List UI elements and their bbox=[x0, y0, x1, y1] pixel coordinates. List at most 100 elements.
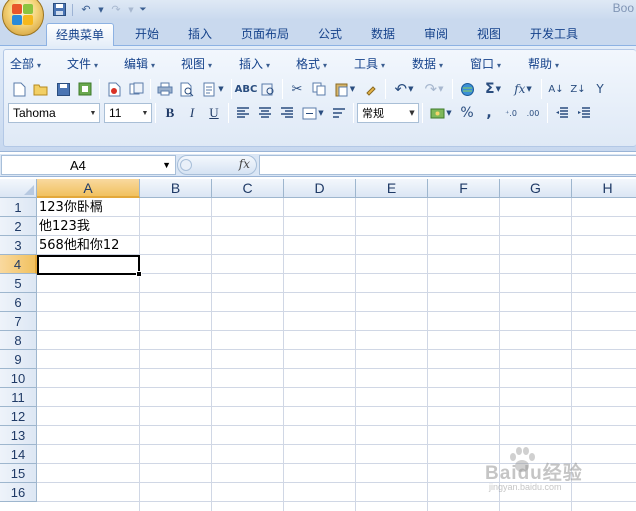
menu-file[interactable]: 文件 ▾ bbox=[67, 55, 124, 73]
active-cell-a4[interactable] bbox=[37, 255, 142, 277]
undo-icon[interactable]: ↶ bbox=[77, 2, 95, 18]
row-header-15[interactable]: 15 bbox=[0, 464, 37, 483]
menu-data[interactable]: 数据 ▾ bbox=[412, 55, 470, 73]
sort-ascending-icon[interactable]: A↓ bbox=[545, 78, 567, 100]
underline-button[interactable]: U bbox=[203, 102, 225, 124]
row-header-16[interactable]: 16 bbox=[0, 483, 37, 502]
tab-developer[interactable]: 开发工具 bbox=[521, 23, 587, 46]
increase-decimal-icon[interactable]: ⁺.0 bbox=[500, 102, 522, 124]
redo-icon[interactable]: ↷ bbox=[107, 2, 125, 18]
row-header-13[interactable]: 13 bbox=[0, 426, 37, 445]
percent-button[interactable]: % bbox=[456, 102, 478, 124]
select-all-button[interactable] bbox=[0, 179, 37, 198]
comma-button[interactable]: , bbox=[478, 102, 500, 124]
undo-icon[interactable]: ↶ ▼ bbox=[389, 78, 419, 100]
insert-function-icon[interactable]: fx ▼ bbox=[508, 78, 538, 100]
menu-edit[interactable]: 编辑 ▾ bbox=[124, 55, 181, 73]
tab-home[interactable]: 开始 bbox=[126, 23, 168, 46]
align-center-icon[interactable] bbox=[254, 102, 276, 124]
insert-function-button[interactable]: fx bbox=[239, 157, 250, 171]
column-header-f[interactable]: F bbox=[428, 179, 500, 198]
filter-icon[interactable]: Y bbox=[589, 78, 611, 100]
redo-icon[interactable]: ↷ ▼ bbox=[419, 78, 449, 100]
row-header-4[interactable]: 4 bbox=[0, 255, 37, 274]
font-name-combo[interactable]: Tahoma ▼ bbox=[8, 103, 100, 123]
tab-insert[interactable]: 插入 bbox=[179, 23, 221, 46]
menu-view[interactable]: 视图 ▾ bbox=[181, 55, 239, 73]
decrease-indent-icon[interactable] bbox=[551, 102, 573, 124]
increase-indent-icon[interactable] bbox=[573, 102, 595, 124]
autosum-icon[interactable]: Σ ▼ bbox=[478, 78, 508, 100]
currency-icon[interactable]: ▼ bbox=[426, 102, 456, 124]
row-header-12[interactable]: 12 bbox=[0, 407, 37, 426]
row-header-3[interactable]: 3 bbox=[0, 236, 37, 255]
menu-tools[interactable]: 工具 ▾ bbox=[354, 55, 412, 73]
italic-button[interactable]: I bbox=[181, 102, 203, 124]
decrease-decimal-icon[interactable]: .00 bbox=[522, 102, 544, 124]
row-header-1[interactable]: 1 bbox=[0, 198, 37, 217]
cell-a2[interactable]: 他123我 bbox=[37, 217, 90, 236]
row-header-2[interactable]: 2 bbox=[0, 217, 37, 236]
menu-help[interactable]: 帮助 ▾ bbox=[528, 55, 586, 73]
number-format-combo[interactable]: 常规 ▼ bbox=[357, 103, 419, 123]
row-header-8[interactable]: 8 bbox=[0, 331, 37, 350]
column-header-b[interactable]: B bbox=[140, 179, 212, 198]
tab-data[interactable]: 数据 bbox=[362, 23, 404, 46]
hyperlink-icon[interactable] bbox=[456, 78, 478, 100]
column-header-e[interactable]: E bbox=[356, 179, 428, 198]
save-icon[interactable] bbox=[50, 2, 68, 18]
tab-classic-menu[interactable]: 经典菜单 bbox=[46, 23, 115, 47]
format-painter-icon[interactable] bbox=[360, 78, 382, 100]
print-icon[interactable] bbox=[154, 78, 176, 100]
cell-a1[interactable]: 123你卧槅 bbox=[37, 198, 103, 217]
row-header-5[interactable]: 5 bbox=[0, 274, 37, 293]
merge-center-icon[interactable]: ▼ bbox=[298, 102, 328, 124]
menu-format[interactable]: 格式 ▾ bbox=[296, 55, 354, 73]
font-size-combo[interactable]: 11 ▼ bbox=[104, 103, 152, 123]
align-left-icon[interactable] bbox=[232, 102, 254, 124]
bold-button[interactable]: B bbox=[159, 102, 181, 124]
tab-view[interactable]: 视图 bbox=[468, 23, 510, 46]
align-right-icon[interactable] bbox=[276, 102, 298, 124]
column-header-d[interactable]: D bbox=[284, 179, 356, 198]
save-icon[interactable] bbox=[52, 78, 74, 100]
tab-review[interactable]: 审阅 bbox=[415, 23, 457, 46]
permission-icon[interactable] bbox=[74, 78, 96, 100]
pdf-export-icon[interactable] bbox=[103, 78, 125, 100]
undo-dropdown-icon[interactable]: ▼ bbox=[97, 2, 105, 18]
expand-handle-icon[interactable] bbox=[180, 159, 192, 171]
spelling-icon[interactable]: ABC bbox=[235, 78, 258, 100]
column-header-c[interactable]: C bbox=[212, 179, 284, 198]
row-header-9[interactable]: 9 bbox=[0, 350, 37, 369]
menu-all[interactable]: 全部 ▾ bbox=[10, 55, 67, 73]
row-header-6[interactable]: 6 bbox=[0, 293, 37, 312]
redo-dropdown-icon[interactable]: ▼ bbox=[127, 2, 135, 18]
row-header-11[interactable]: 11 bbox=[0, 388, 37, 407]
fill-handle[interactable] bbox=[136, 271, 142, 277]
attach-icon[interactable] bbox=[125, 78, 147, 100]
column-header-g[interactable]: G bbox=[500, 179, 572, 198]
open-folder-icon[interactable] bbox=[30, 78, 52, 100]
cut-icon[interactable]: ✂ bbox=[286, 78, 308, 100]
column-header-a[interactable]: A bbox=[37, 179, 140, 198]
row-header-7[interactable]: 7 bbox=[0, 312, 37, 331]
page-setup-icon[interactable]: ▼ bbox=[198, 78, 228, 100]
customize-qat-icon[interactable]: ⏷ bbox=[137, 2, 149, 18]
name-box[interactable]: A4 ▼ bbox=[1, 155, 176, 175]
formula-input[interactable] bbox=[259, 155, 636, 175]
new-document-icon[interactable] bbox=[8, 78, 30, 100]
cell-a3[interactable]: 568他和你12 bbox=[37, 236, 119, 255]
print-preview-icon[interactable] bbox=[176, 78, 198, 100]
research-icon[interactable] bbox=[257, 78, 279, 100]
row-header-10[interactable]: 10 bbox=[0, 369, 37, 388]
menu-window[interactable]: 窗口 ▾ bbox=[470, 55, 528, 73]
wrap-text-icon[interactable] bbox=[328, 102, 350, 124]
tab-page-layout[interactable]: 页面布局 bbox=[232, 23, 298, 46]
tab-formulas[interactable]: 公式 bbox=[309, 23, 351, 46]
copy-icon[interactable] bbox=[308, 78, 330, 100]
sort-descending-icon[interactable]: Z↓ bbox=[567, 78, 589, 100]
column-header-h[interactable]: H bbox=[572, 179, 636, 198]
row-header-14[interactable]: 14 bbox=[0, 445, 37, 464]
menu-insert[interactable]: 插入 ▾ bbox=[239, 55, 296, 73]
paste-icon[interactable]: ▼ bbox=[330, 78, 360, 100]
